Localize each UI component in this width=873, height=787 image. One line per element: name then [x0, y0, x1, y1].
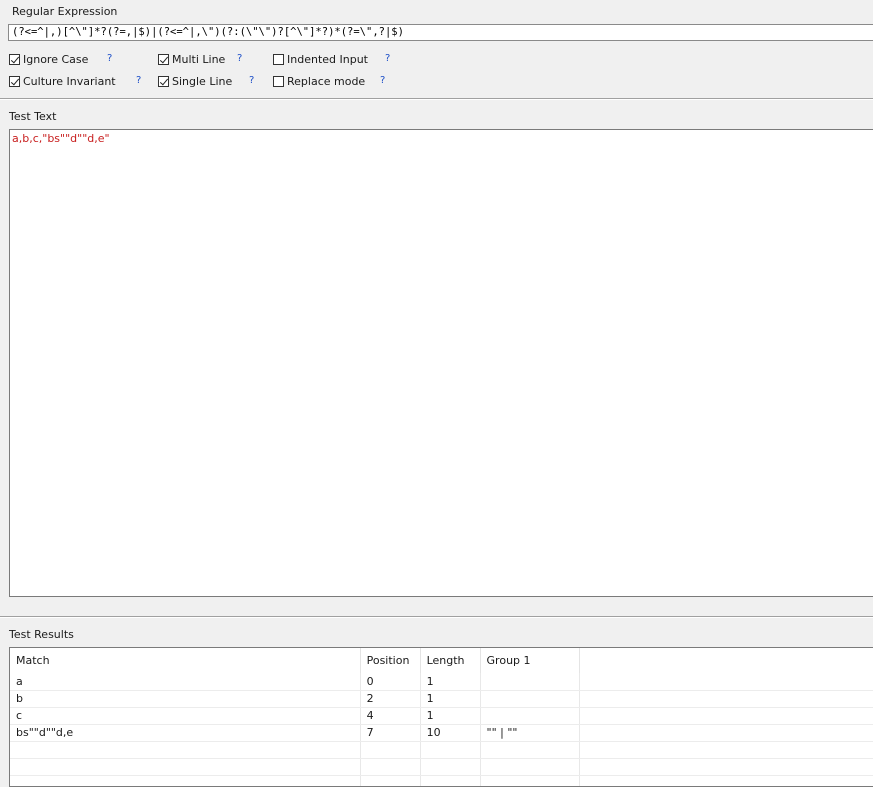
test-text-label: Test Text: [9, 110, 57, 123]
table-row[interactable]: c 4 1: [10, 707, 873, 725]
multi-line-option[interactable]: Multi Line: [158, 51, 225, 67]
cell-group-1: "" | "": [480, 724, 581, 742]
results-table-container[interactable]: Match Position Length Group 1 a 0 1 b 2 …: [9, 647, 873, 787]
cell-empty: [579, 775, 873, 786]
single-line-label: Single Line: [172, 74, 233, 88]
column-header-length[interactable]: Length: [420, 648, 481, 673]
cell-position: 2: [360, 690, 421, 708]
column-header-position[interactable]: Position: [360, 648, 421, 673]
cell-position: 7: [360, 724, 421, 742]
multi-line-help-link[interactable]: ?: [237, 53, 242, 64]
cell-empty: [10, 775, 361, 786]
cell-filler: [579, 690, 873, 708]
results-header-row: Match Position Length Group 1: [10, 648, 873, 673]
indented-input-label: Indented Input: [287, 52, 368, 66]
cell-length: 1: [420, 690, 481, 708]
cell-empty: [579, 758, 873, 776]
ignore-case-label: Ignore Case: [23, 52, 89, 66]
indented-input-checkbox[interactable]: [273, 53, 284, 65]
multi-line-checkbox[interactable]: [158, 53, 169, 65]
replace-mode-checkbox[interactable]: [273, 75, 284, 87]
column-header-filler: [580, 648, 873, 673]
table-row[interactable]: b 2 1: [10, 690, 873, 708]
indented-input-option[interactable]: Indented Input: [273, 51, 368, 67]
table-row[interactable]: bs""d""d,e 7 10 "" | "": [10, 724, 873, 742]
cell-match: a: [10, 673, 361, 691]
table-row-empty: [10, 775, 873, 786]
cell-position: 4: [360, 707, 421, 725]
regex-label: Regular Expression: [12, 5, 118, 18]
cell-group-1: [480, 707, 581, 725]
culture-invariant-label: Culture Invariant: [23, 74, 116, 88]
splitter-top-highlight: [0, 99, 873, 100]
table-row[interactable]: a 0 1: [10, 673, 873, 691]
replace-mode-label: Replace mode: [287, 74, 366, 88]
cell-empty: [420, 775, 481, 786]
cell-empty: [480, 775, 581, 786]
ignore-case-option[interactable]: Ignore Case: [9, 51, 88, 67]
single-line-help-link[interactable]: ?: [249, 75, 254, 86]
splitter-bottom-highlight: [0, 617, 873, 618]
multi-line-label: Multi Line: [172, 52, 226, 66]
cell-filler: [579, 707, 873, 725]
culture-invariant-checkbox[interactable]: [9, 75, 20, 87]
ignore-case-checkbox[interactable]: [9, 53, 20, 65]
single-line-checkbox[interactable]: [158, 75, 169, 87]
culture-invariant-help-link[interactable]: ?: [136, 75, 141, 86]
indented-input-help-link[interactable]: ?: [385, 53, 390, 64]
cell-filler: [579, 673, 873, 691]
cell-length: 1: [420, 673, 481, 691]
cell-empty: [360, 741, 421, 759]
cell-group-1: [480, 673, 581, 691]
table-row-empty: [10, 758, 873, 776]
cell-length: 10: [420, 724, 481, 742]
cell-empty: [420, 758, 481, 776]
column-header-group-1[interactable]: Group 1: [480, 648, 581, 673]
cell-empty: [10, 741, 361, 759]
cell-position: 0: [360, 673, 421, 691]
cell-empty: [10, 758, 361, 776]
cell-empty: [420, 741, 481, 759]
test-text-content: a,b,c,"bs""d""d,e": [12, 132, 110, 145]
cell-empty: [480, 741, 581, 759]
test-results-label: Test Results: [9, 628, 74, 641]
cell-match: bs""d""d,e: [10, 724, 361, 742]
cell-empty: [360, 758, 421, 776]
column-header-match[interactable]: Match: [10, 648, 361, 673]
culture-invariant-option[interactable]: Culture Invariant: [9, 73, 116, 89]
cell-match: c: [10, 707, 361, 725]
table-row-empty: [10, 741, 873, 759]
single-line-option[interactable]: Single Line: [158, 73, 232, 89]
test-text-area[interactable]: a,b,c,"bs""d""d,e": [9, 129, 873, 597]
ignore-case-help-link[interactable]: ?: [107, 53, 112, 64]
regex-input[interactable]: (?<=^|,)[^\"]*?(?=,|$)|(?<=^|,\")(?:(\"\…: [8, 24, 873, 41]
cell-empty: [579, 741, 873, 759]
replace-mode-help-link[interactable]: ?: [380, 75, 385, 86]
cell-filler: [579, 724, 873, 742]
cell-group-1: [480, 690, 581, 708]
results-table: Match Position Length Group 1 a 0 1 b 2 …: [10, 648, 873, 786]
replace-mode-option[interactable]: Replace mode: [273, 73, 365, 89]
cell-match: b: [10, 690, 361, 708]
cell-length: 1: [420, 707, 481, 725]
cell-empty: [360, 775, 421, 786]
cell-empty: [480, 758, 581, 776]
